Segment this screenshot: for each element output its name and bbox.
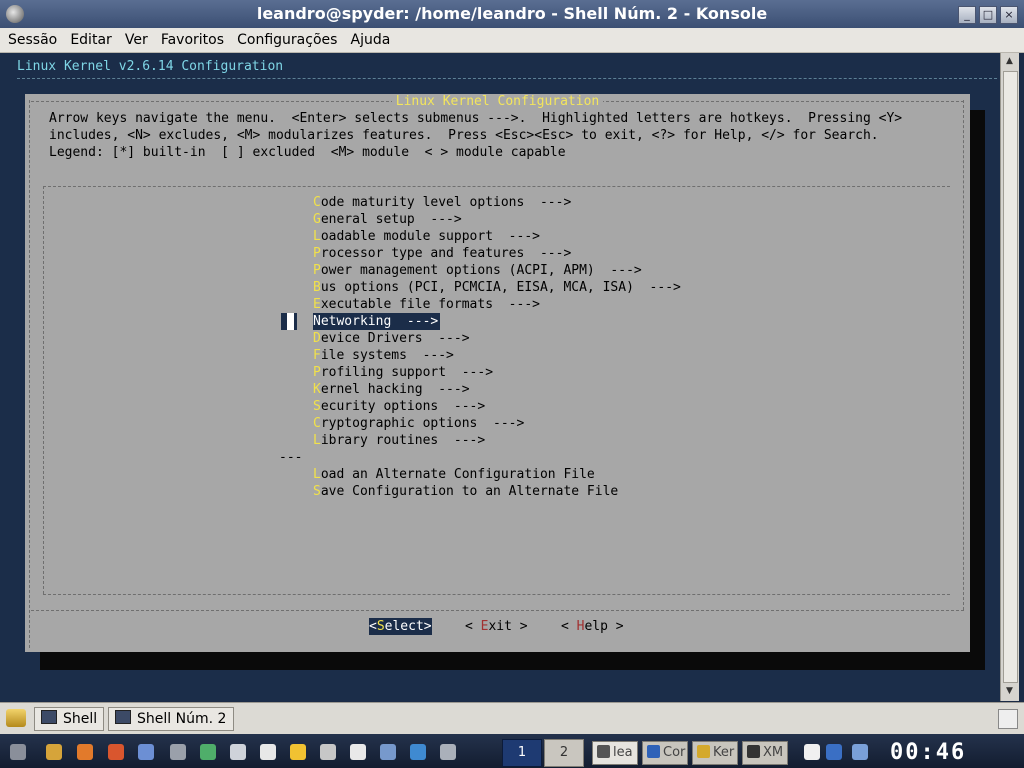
network-icon[interactable]: [200, 744, 216, 760]
menu-item-cryptographic[interactable]: Cryptographic options --->: [313, 415, 524, 432]
menu-ajuda[interactable]: Ajuda: [351, 28, 391, 52]
help-line-2: includes, <N> excludes, <M> modularizes …: [49, 128, 879, 143]
scroll-up-arrow[interactable]: ▲: [1003, 55, 1016, 68]
menu-item-code-maturity[interactable]: Code maturity level options --->: [313, 194, 571, 211]
browser-icon[interactable]: [108, 744, 124, 760]
menu-item-loadable-module[interactable]: Loadable module support --->: [313, 228, 540, 245]
task-konsole[interactable]: lea: [592, 741, 638, 765]
menu-item-load-alternate[interactable]: Load an Alternate Configuration File: [313, 466, 595, 483]
pager-desktop-2[interactable]: 2: [544, 739, 584, 767]
terminal-launch-icon[interactable]: [260, 744, 276, 760]
menu-item-save-alternate[interactable]: Save Configuration to an Alternate File: [313, 483, 618, 500]
tab-shell[interactable]: Shell: [34, 707, 104, 731]
cd-icon[interactable]: [230, 744, 246, 760]
menu-favoritos[interactable]: Favoritos: [161, 28, 224, 52]
help-button[interactable]: < Help >: [561, 618, 624, 635]
select-button[interactable]: <Select>: [369, 618, 432, 635]
help-line-1: Arrow keys navigate the menu. <Enter> se…: [49, 111, 903, 126]
menu-box-top: [43, 186, 950, 188]
window-titlebar[interactable]: leandro@spyder: /home/leandro - Shell Nú…: [0, 0, 1024, 28]
task-browser[interactable]: Cor: [642, 741, 688, 765]
menu-sessao[interactable]: Sessão: [8, 28, 57, 52]
editor-icon[interactable]: [350, 744, 366, 760]
dialog-left-border: [29, 100, 31, 648]
menu-item-profiling[interactable]: Profiling support --->: [313, 364, 493, 381]
terminal-scrollbar[interactable]: ▲ ▼: [1000, 53, 1019, 701]
exit-button[interactable]: < Exit >: [465, 618, 528, 635]
selection-cursor: [281, 313, 297, 330]
globe-icon: [647, 745, 660, 758]
menu-ver[interactable]: Ver: [125, 28, 148, 52]
menuconfig-dialog: Linux Kernel Configuration Arrow keys na…: [25, 94, 970, 652]
terminal-icon: [41, 710, 57, 724]
header-divider: [17, 78, 997, 79]
clock[interactable]: 00:46: [890, 740, 966, 765]
kde-panel: 1 2 lea Cor Ker XM 00:46: [0, 734, 1024, 768]
scrollbar-thumb[interactable]: [1003, 71, 1018, 683]
terminal-icon: [115, 710, 131, 724]
window-title: leandro@spyder: /home/leandro - Shell Nú…: [256, 4, 768, 23]
konsole-tab-bar: Shell Shell Núm. 2: [0, 702, 1024, 734]
keyboard-icon[interactable]: [826, 744, 842, 760]
pager-desktop-1[interactable]: 1: [502, 739, 542, 767]
kernel-config-header: Linux Kernel v2.6.14 Configuration: [17, 59, 284, 74]
konsole-icon: [597, 745, 610, 758]
menu-item-library-routines[interactable]: Library routines --->: [313, 432, 485, 449]
new-session-icon[interactable]: [6, 709, 26, 727]
menu-item-executable-formats[interactable]: Executable file formats --->: [313, 296, 540, 313]
user-icon[interactable]: [290, 744, 306, 760]
menu-item-kernel-hacking[interactable]: Kernel hacking --->: [313, 381, 470, 398]
menu-item-device-drivers[interactable]: Device Drivers --->: [313, 330, 470, 347]
minimize-button[interactable]: _: [958, 6, 976, 24]
maximize-button[interactable]: □: [979, 6, 997, 24]
settings-icon[interactable]: [170, 744, 186, 760]
tab-shell-2[interactable]: Shell Núm. 2: [108, 707, 234, 731]
dialog-title: Linux Kernel Configuration: [391, 94, 604, 109]
menu-bar: Sessão Editar Ver Favoritos Configuraçõe…: [0, 28, 1024, 53]
help-line-3: Legend: [*] built-in [ ] excluded <M> mo…: [49, 145, 566, 160]
menu-item-networking[interactable]: Networking --->: [313, 313, 441, 330]
scroll-down-arrow[interactable]: ▼: [1003, 685, 1016, 698]
menu-box-left: [43, 186, 45, 594]
menu-item-security[interactable]: Security options --->: [313, 398, 485, 415]
task-kernel[interactable]: Ker: [692, 741, 738, 765]
menu-item-bus-options[interactable]: Bus options (PCI, PCMCIA, EISA, MCA, ISA…: [313, 279, 681, 296]
monitor-icon[interactable]: [852, 744, 868, 760]
close-session-icon[interactable]: [998, 709, 1018, 729]
menu-item-power-management[interactable]: Power management options (ACPI, APM) ---…: [313, 262, 642, 279]
music-icon[interactable]: [320, 744, 336, 760]
mail-icon[interactable]: [138, 744, 154, 760]
task-xmms[interactable]: XM: [742, 741, 788, 765]
close-button[interactable]: ×: [1000, 6, 1018, 24]
menu-box-bottom: [43, 594, 950, 596]
menu-configuracoes[interactable]: Configurações: [237, 28, 337, 52]
menu-item-general-setup[interactable]: General setup --->: [313, 211, 462, 228]
menu-item-processor[interactable]: Processor type and features --->: [313, 245, 571, 262]
menu-item-file-systems[interactable]: File systems --->: [313, 347, 454, 364]
printer-icon[interactable]: [440, 744, 456, 760]
firefox-icon[interactable]: [77, 744, 93, 760]
dialog-right-border: [963, 100, 965, 610]
kmenu-icon[interactable]: [10, 744, 26, 760]
menu-editar[interactable]: Editar: [70, 28, 111, 52]
globe-icon[interactable]: [410, 744, 426, 760]
chat-icon[interactable]: [380, 744, 396, 760]
home-icon[interactable]: [46, 744, 62, 760]
xmms-icon: [747, 745, 760, 758]
folder-icon: [697, 745, 710, 758]
menu-separator: ---: [279, 450, 303, 465]
klipper-icon[interactable]: [804, 744, 820, 760]
button-row-divider: [31, 610, 964, 612]
